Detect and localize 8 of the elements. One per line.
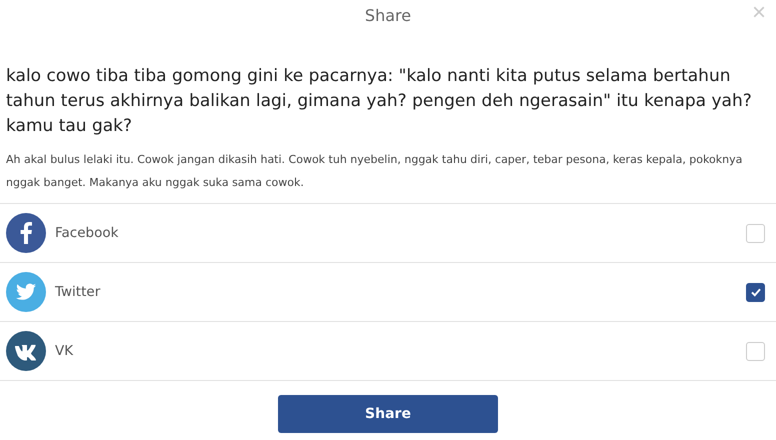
network-label: Twitter	[55, 284, 102, 300]
network-label: VK	[55, 343, 74, 359]
answer-text: Ah akal bulus lelaki itu. Cowok jangan dikasih hati. Cowok tuh nyebelin, nggak tahu diri, caper, tebar pesona, keras kepala, pokoknya nggak banget. Makanya aku nggak suka sama cowok.	[6, 152, 744, 191]
network-label: Facebook	[55, 225, 120, 241]
checkbox[interactable]	[746, 282, 765, 302]
dialog-title: Share	[364, 6, 412, 24]
question-text: kalo cowo tiba tiba gomong gini ke pacarnya: "kalo nanti kita putus selama bertahun tahun terus akhirnya balikan lagi, gimana yah? pengen deh ngerasain" itu kenapa yah? kamu tau gak?	[6, 65, 753, 138]
share-button[interactable]: Share	[278, 395, 498, 433]
